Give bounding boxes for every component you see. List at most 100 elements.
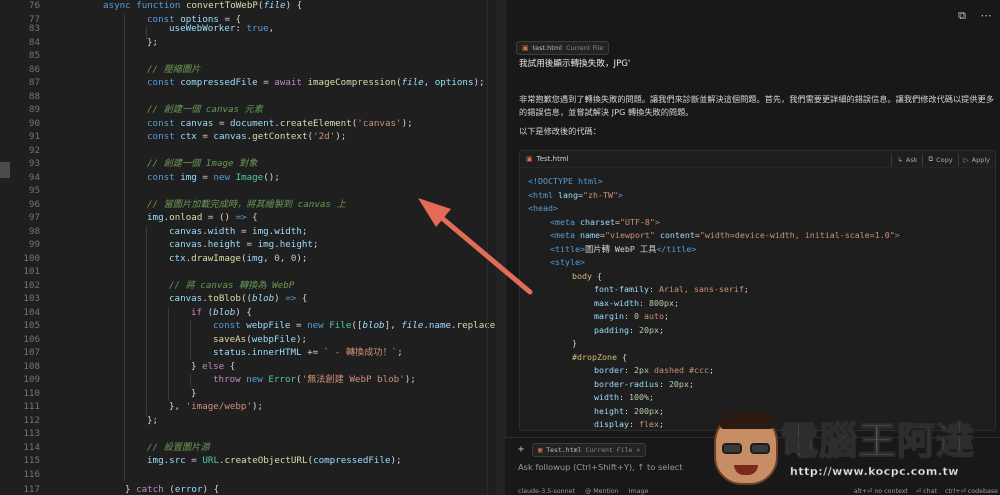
code-line[interactable]: 108} else { bbox=[0, 360, 505, 374]
line-number: 109 bbox=[23, 374, 40, 385]
code-line[interactable]: 101 bbox=[0, 265, 505, 279]
line-number: 84 bbox=[28, 36, 40, 48]
code-line[interactable]: 104 if (blob) { bbox=[0, 306, 505, 320]
code-line[interactable]: 99 canvas.height = img.height; bbox=[0, 238, 505, 252]
code-line[interactable]: 87 const compressedFile = await imageComp… bbox=[0, 76, 505, 90]
line-number: 92 bbox=[28, 144, 40, 156]
code-line[interactable]: 103 canvas.toBlob((blob) => { bbox=[0, 292, 505, 306]
code-line[interactable]: 111}, 'image/webp'); bbox=[0, 400, 505, 414]
code-line[interactable]: 112}; bbox=[0, 414, 505, 428]
copy-icon[interactable]: ⧉ bbox=[956, 10, 968, 22]
code-block-line: <title>圖片轉 WebP 工具</title> bbox=[550, 243, 697, 254]
input-context-chip[interactable]: ▣ Test.html Current File × bbox=[532, 443, 647, 457]
html-file-icon: ▣ bbox=[526, 155, 533, 163]
code-line[interactable]: 97 img.onload = () => { bbox=[0, 211, 505, 225]
line-number: 110 bbox=[23, 387, 40, 399]
code-line[interactable]: 109 throw new Error('無法創建 WebP blob'); bbox=[0, 373, 505, 387]
line-number: 104 bbox=[23, 306, 40, 318]
chat-input-area[interactable]: + ▣ Test.html Current File × Ask followu… bbox=[505, 437, 1000, 495]
code-block-line: body { bbox=[572, 270, 602, 281]
code-block-line: padding: 20px; bbox=[594, 324, 664, 335]
line-number: 101 bbox=[23, 266, 40, 277]
code-block-line: <meta charset="UTF-8"> bbox=[550, 216, 660, 227]
more-icon[interactable]: ⋯ bbox=[980, 10, 992, 22]
code-block-line: <html lang="zh-TW"> bbox=[528, 189, 623, 200]
code-block-line: margin: 0 auto; bbox=[594, 311, 669, 321]
code-line[interactable]: 95 bbox=[0, 184, 505, 198]
code-block-line: <meta name="viewport" content="width=dev… bbox=[550, 230, 900, 240]
code-line[interactable]: 88 bbox=[0, 90, 505, 104]
html-file-icon: ▣ bbox=[538, 446, 543, 454]
code-block-filename[interactable]: Test.html bbox=[537, 155, 569, 163]
mention-button[interactable]: @ Mention bbox=[585, 488, 619, 495]
line-number: 103 bbox=[23, 293, 40, 304]
line-number: 85 bbox=[28, 50, 40, 61]
html-file-icon: ▣ bbox=[522, 44, 529, 52]
model-selector[interactable]: claude-3.5-sonnet bbox=[518, 488, 575, 495]
line-number: 94 bbox=[28, 171, 40, 183]
code-line[interactable]: 84}; bbox=[0, 36, 505, 50]
code-line[interactable]: 107 status.innerHTML += ` - 轉換成功！`; bbox=[0, 346, 505, 360]
chip-tag: Current File bbox=[585, 446, 633, 454]
line-number: 116 bbox=[23, 468, 40, 480]
ask-label: Ask bbox=[905, 155, 918, 164]
code-line[interactable]: 83 useWebWorker: true, bbox=[0, 22, 505, 36]
assistant-paragraph: 以下是修改後的代碼： bbox=[519, 126, 601, 136]
editor-ruler bbox=[487, 0, 488, 495]
code-editor[interactable]: 76 async function convertToWebP(file) { 7… bbox=[0, 0, 505, 495]
apply-button[interactable]: ▷ Apply bbox=[957, 153, 995, 166]
image-button[interactable]: Image bbox=[629, 488, 649, 495]
line-number: 113 bbox=[23, 428, 40, 439]
code-line[interactable]: 92 bbox=[0, 144, 505, 158]
line-number: 108 bbox=[23, 360, 40, 372]
code-line[interactable]: 102 // 將 canvas 轉換為 WebP bbox=[0, 279, 505, 293]
copy-button[interactable]: ⧉ Copy bbox=[922, 153, 957, 166]
line-number: 117 bbox=[23, 484, 40, 495]
code-line[interactable]: 86 // 壓縮圖片 bbox=[0, 63, 505, 77]
line-number: 91 bbox=[28, 131, 40, 142]
code-line[interactable]: 90 const canvas = document.createElement(… bbox=[0, 117, 505, 131]
context-file-chip[interactable]: ▣ test.html Current File bbox=[516, 41, 610, 55]
code-block: ▣ Test.html ↳ Ask ⧉ Copy ▷ Apply <!DOCTYPE … bbox=[519, 150, 996, 431]
line-number: 93 bbox=[28, 158, 40, 169]
code-line[interactable]: 94 const img = new Image(); bbox=[0, 171, 505, 185]
code-line[interactable]: 117} catch (error) { bbox=[0, 483, 505, 495]
code-comment: // 創建一個 canvas 元素 bbox=[147, 104, 263, 115]
code-line[interactable]: 105 const webpFile = new File([blob], fil… bbox=[0, 319, 505, 333]
line-number: 99 bbox=[28, 239, 40, 250]
line-number: 89 bbox=[28, 104, 40, 115]
close-icon[interactable]: × bbox=[636, 446, 640, 454]
code-text: }; bbox=[147, 414, 159, 426]
code-line[interactable]: 100 ctx.drawImage(img, 0, 0); bbox=[0, 252, 505, 266]
code-line[interactable]: 85 bbox=[0, 49, 505, 63]
code-block-line: border: 2px dashed #ccc; bbox=[594, 365, 714, 375]
code-line[interactable]: 76 async function convertToWebP(file) { bbox=[0, 0, 505, 13]
line-number: 97 bbox=[28, 212, 40, 223]
line-number: 98 bbox=[28, 225, 40, 237]
ai-chat-panel: ⧉ ⋯ ▣ test.html Current File 我試用後顯示轉換失敗，… bbox=[505, 0, 1000, 495]
line-number: 95 bbox=[28, 185, 40, 196]
code-line[interactable]: 115 img.src = URL.createObjectURL(compres… bbox=[0, 454, 505, 468]
code-line[interactable]: 113 bbox=[0, 427, 505, 441]
code-line[interactable]: 96 // 當圖片加載完成時，將其繪製到 canvas 上 bbox=[0, 198, 505, 212]
code-line[interactable]: 116 bbox=[0, 468, 505, 482]
code-block-line: border-radius: 20px; bbox=[594, 378, 694, 389]
code-line[interactable]: 106 saveAs(webpFile); bbox=[0, 333, 505, 347]
code-comment: // 壓縮圖片 bbox=[147, 63, 201, 75]
code-line[interactable]: 89 // 創建一個 canvas 元素 bbox=[0, 103, 505, 117]
code-line[interactable]: 91 const ctx = canvas.getContext('2d'); bbox=[0, 130, 505, 144]
code-line[interactable]: 114 // 設置圖片源 bbox=[0, 441, 505, 455]
followup-input[interactable]: Ask followup (Ctrl+Shift+Y), ↑ to select bbox=[518, 462, 683, 472]
code-line[interactable]: 98 canvas.width = img.width; bbox=[0, 225, 505, 239]
code-line[interactable]: 110} bbox=[0, 387, 505, 401]
editor-scrollbar[interactable] bbox=[496, 0, 505, 495]
ask-button[interactable]: ↳ Ask bbox=[891, 153, 922, 166]
line-number: 83 bbox=[28, 23, 40, 34]
code-block-line: font-family: Arial, sans-serif; bbox=[594, 284, 749, 294]
code-line[interactable]: 93 // 創建一個 Image 對象 bbox=[0, 157, 505, 171]
no-context-hint: alt+⏎ no context bbox=[853, 488, 908, 495]
add-context-button[interactable]: + bbox=[518, 444, 524, 455]
line-number: 106 bbox=[23, 333, 40, 345]
input-footer: claude-3.5-sonnet @ Mention Image alt+⏎ … bbox=[518, 488, 998, 495]
copy-icon: ⧉ bbox=[928, 155, 934, 163]
